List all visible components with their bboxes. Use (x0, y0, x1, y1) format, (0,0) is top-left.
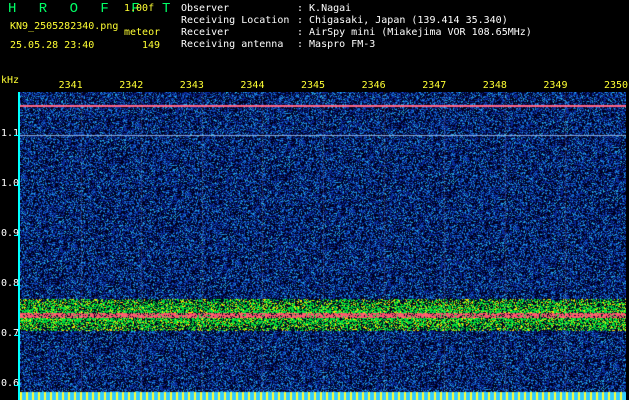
y-tick-mark (14, 234, 20, 236)
antenna-label: Receiving antenna (181, 39, 284, 50)
y-tick-label: 1.1 (1, 127, 20, 139)
y-tick-mark (14, 184, 20, 186)
x-tick-label: 2350 (604, 80, 629, 91)
file-name: KN9_2505282340.png (10, 21, 119, 32)
x-tick-label: 2341 (58, 80, 83, 91)
y-tick-mark (14, 334, 20, 336)
y-tick-label: 0.7 (1, 327, 20, 339)
x-tick-label: 2347 (422, 80, 447, 91)
y-tick-mark (14, 284, 20, 286)
location-value: : Chigasaki, Japan (139.414 35.340) (297, 15, 508, 26)
y-tick-mark (14, 134, 20, 136)
x-tick-label: 2343 (179, 80, 204, 91)
timestamp: 25.05.28 23:40 (10, 40, 95, 51)
receiver-label: Receiver (181, 27, 230, 38)
meteor-count: 149 (142, 40, 161, 51)
x-tick-label: 2345 (301, 80, 326, 91)
x-tick-label: 2346 (361, 80, 386, 91)
observer-value: : K.Nagai (297, 3, 352, 14)
y-tick-label: 1.0 (1, 177, 20, 189)
spectrogram-canvas (20, 92, 626, 400)
meteor-label: meteor (124, 27, 161, 38)
receiver-value: : AirSpy mini (Miakejima VOR 108.65MHz) (297, 27, 532, 38)
location-label: Receiving Location (181, 15, 290, 26)
y-tick-label: 0.9 (1, 227, 20, 239)
y-axis-unit-label: kHz (1, 75, 20, 86)
y-tick-label: 0.8 (1, 277, 20, 289)
spectrogram-plot (20, 92, 626, 400)
x-tick-label: 2344 (240, 80, 265, 91)
y-tick-label: 0.6 (1, 377, 20, 389)
observer-label: Observer (181, 3, 230, 14)
x-tick-label: 2348 (482, 80, 507, 91)
x-tick-label: 2342 (119, 80, 144, 91)
antenna-value: : Maspro FM-3 (297, 39, 376, 50)
version-label: 1.00f (124, 3, 155, 14)
y-tick-mark (14, 384, 20, 386)
x-tick-label: 2349 (543, 80, 568, 91)
